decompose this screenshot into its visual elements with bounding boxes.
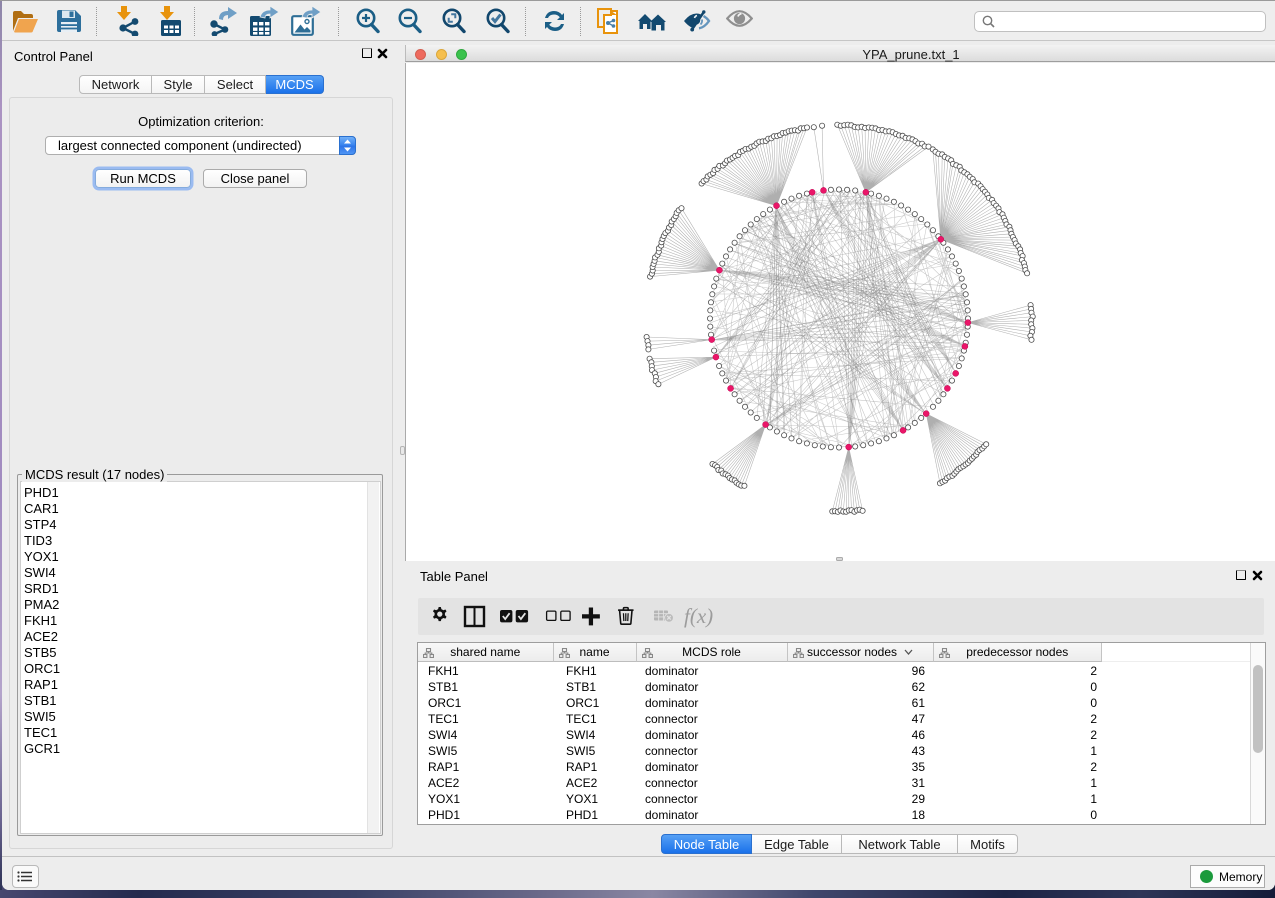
svg-text:f(x): f(x): [684, 604, 713, 628]
